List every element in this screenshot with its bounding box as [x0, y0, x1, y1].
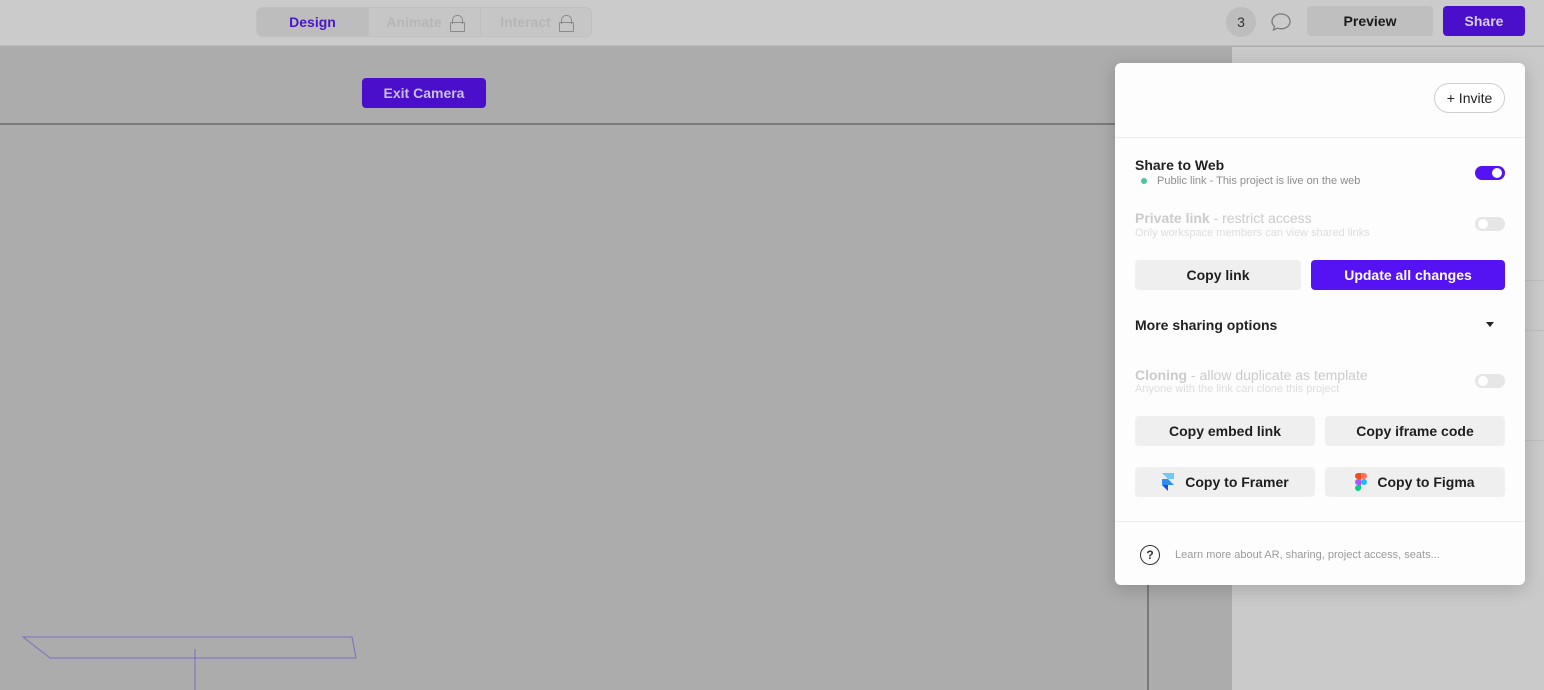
copy-embed-link-button[interactable]: Copy embed link [1135, 416, 1315, 446]
private-link-toggle[interactable] [1475, 217, 1505, 231]
private-link-subtitle: Only workspace members can view shared l… [1135, 227, 1370, 239]
update-all-changes-button[interactable]: Update all changes [1311, 260, 1505, 290]
divider [1115, 521, 1525, 522]
share-to-web-toggle[interactable] [1475, 166, 1505, 180]
share-to-web-status: Public link - This project is live on th… [1135, 175, 1360, 187]
toggle-knob [1492, 168, 1502, 178]
wireframe-plane [21, 636, 357, 659]
copy-link-button[interactable]: Copy link [1135, 260, 1301, 290]
wireframe-object[interactable] [0, 617, 400, 690]
figma-logo-icon [1355, 473, 1368, 491]
invite-button[interactable]: + Invite [1434, 83, 1505, 113]
preview-button[interactable]: Preview [1307, 6, 1433, 36]
help-icon[interactable]: ? [1140, 545, 1160, 565]
tab-interact-label: Interact [500, 14, 551, 30]
cloning-subtitle: Anyone with the link can clone this proj… [1135, 383, 1340, 395]
tab-design-label: Design [289, 14, 336, 30]
copy-to-framer-label: Copy to Framer [1185, 474, 1289, 490]
comment-icon[interactable] [1270, 11, 1292, 33]
exit-camera-button[interactable]: Exit Camera [362, 78, 486, 108]
toggle-knob [1478, 219, 1488, 229]
cloning-title: Cloning [1135, 367, 1188, 383]
tab-interact[interactable]: Interact [480, 8, 591, 36]
tab-design[interactable]: Design [257, 8, 368, 36]
share-to-web-subtitle: Public link - This project is live on th… [1157, 175, 1361, 187]
frame-edge-top [0, 123, 1148, 125]
copy-to-figma-button[interactable]: Copy to Figma [1325, 467, 1505, 497]
help-link[interactable]: Learn more about AR, sharing, project ac… [1175, 549, 1440, 561]
more-sharing-options-toggle[interactable]: More sharing options [1135, 317, 1277, 333]
private-link-description: - restrict access [1209, 210, 1312, 226]
private-link-title: Private link [1135, 210, 1210, 226]
tab-animate[interactable]: Animate [368, 8, 480, 36]
top-bar: Design Animate Interact 3 Preview Share [0, 0, 1544, 46]
collaborator-count-badge[interactable]: 3 [1226, 7, 1256, 37]
framer-logo-icon [1162, 473, 1175, 491]
live-status-dot [1141, 177, 1147, 184]
cloning-toggle[interactable] [1475, 374, 1505, 388]
mode-switcher: Design Animate Interact [256, 7, 592, 37]
tab-animate-label: Animate [386, 14, 442, 30]
toggle-knob [1478, 376, 1488, 386]
share-to-web-title: Share to Web [1135, 157, 1225, 173]
share-popover: + Invite Share to Web Public link - This… [1115, 63, 1525, 585]
copy-iframe-code-button[interactable]: Copy iframe code [1325, 416, 1505, 446]
cloning-description: - allow duplicate as template [1187, 367, 1368, 383]
divider [1115, 137, 1525, 138]
lock-icon [449, 14, 465, 32]
canvas[interactable]: Exit Camera [0, 47, 1232, 690]
lock-icon [558, 14, 574, 32]
copy-to-figma-label: Copy to Figma [1377, 474, 1475, 490]
caret-down-icon[interactable] [1486, 322, 1494, 327]
copy-to-framer-button[interactable]: Copy to Framer [1135, 467, 1315, 497]
share-button[interactable]: Share [1443, 6, 1525, 36]
